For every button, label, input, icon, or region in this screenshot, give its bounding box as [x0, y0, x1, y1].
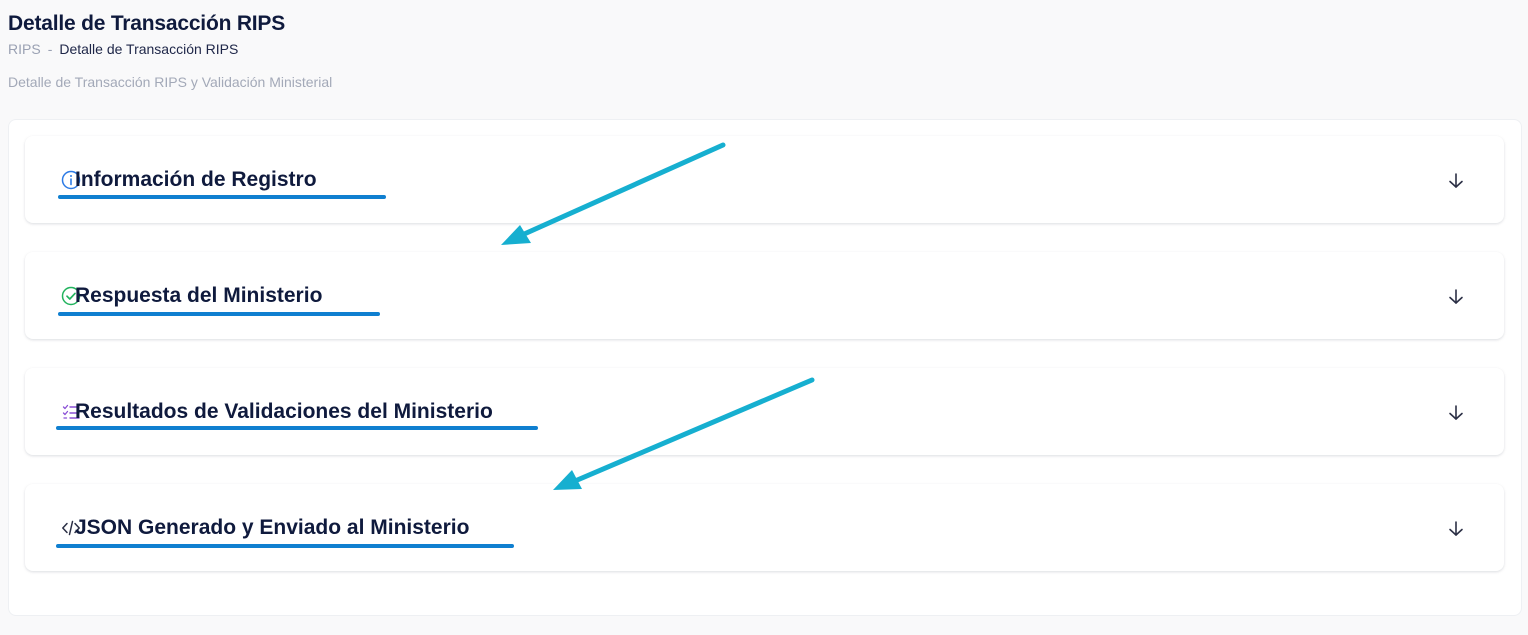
page-title: Detalle de Transacción RIPS [8, 12, 286, 35]
annotation-underline [58, 195, 386, 199]
section-registro-info[interactable]: Información de Registro [25, 136, 1504, 223]
details-card: Información de Registro Respuesta del Mi… [8, 119, 1522, 616]
section-title: JSON Generado y Enviado al Ministerio [75, 516, 470, 539]
annotation-underline [58, 312, 380, 316]
page-subtitle: Detalle de Transacción RIPS y Validación… [8, 74, 333, 90]
annotation-underline [56, 544, 514, 548]
chevron-down-icon[interactable] [1446, 519, 1466, 539]
section-respuesta-ministerio[interactable]: Respuesta del Ministerio [25, 252, 1504, 339]
annotation-underline [56, 426, 538, 430]
section-json-generado[interactable]: JSON Generado y Enviado al Ministerio [25, 484, 1504, 571]
chevron-down-icon[interactable] [1446, 171, 1466, 191]
breadcrumb: RIPS - Detalle de Transacción RIPS [8, 41, 285, 57]
section-title: Información de Registro [75, 168, 317, 191]
section-title: Resultados de Validaciones del Ministeri… [75, 400, 493, 423]
page-header: Detalle de Transacción RIPS RIPS - Detal… [8, 12, 285, 57]
chevron-down-icon[interactable] [1446, 287, 1466, 307]
breadcrumb-separator: - [47, 41, 53, 57]
breadcrumb-current: Detalle de Transacción RIPS [59, 41, 239, 57]
chevron-down-icon[interactable] [1446, 403, 1466, 423]
section-title: Respuesta del Ministerio [75, 284, 323, 307]
section-resultados-validaciones[interactable]: Resultados de Validaciones del Ministeri… [25, 368, 1504, 455]
breadcrumb-root-link[interactable]: RIPS [8, 41, 41, 57]
